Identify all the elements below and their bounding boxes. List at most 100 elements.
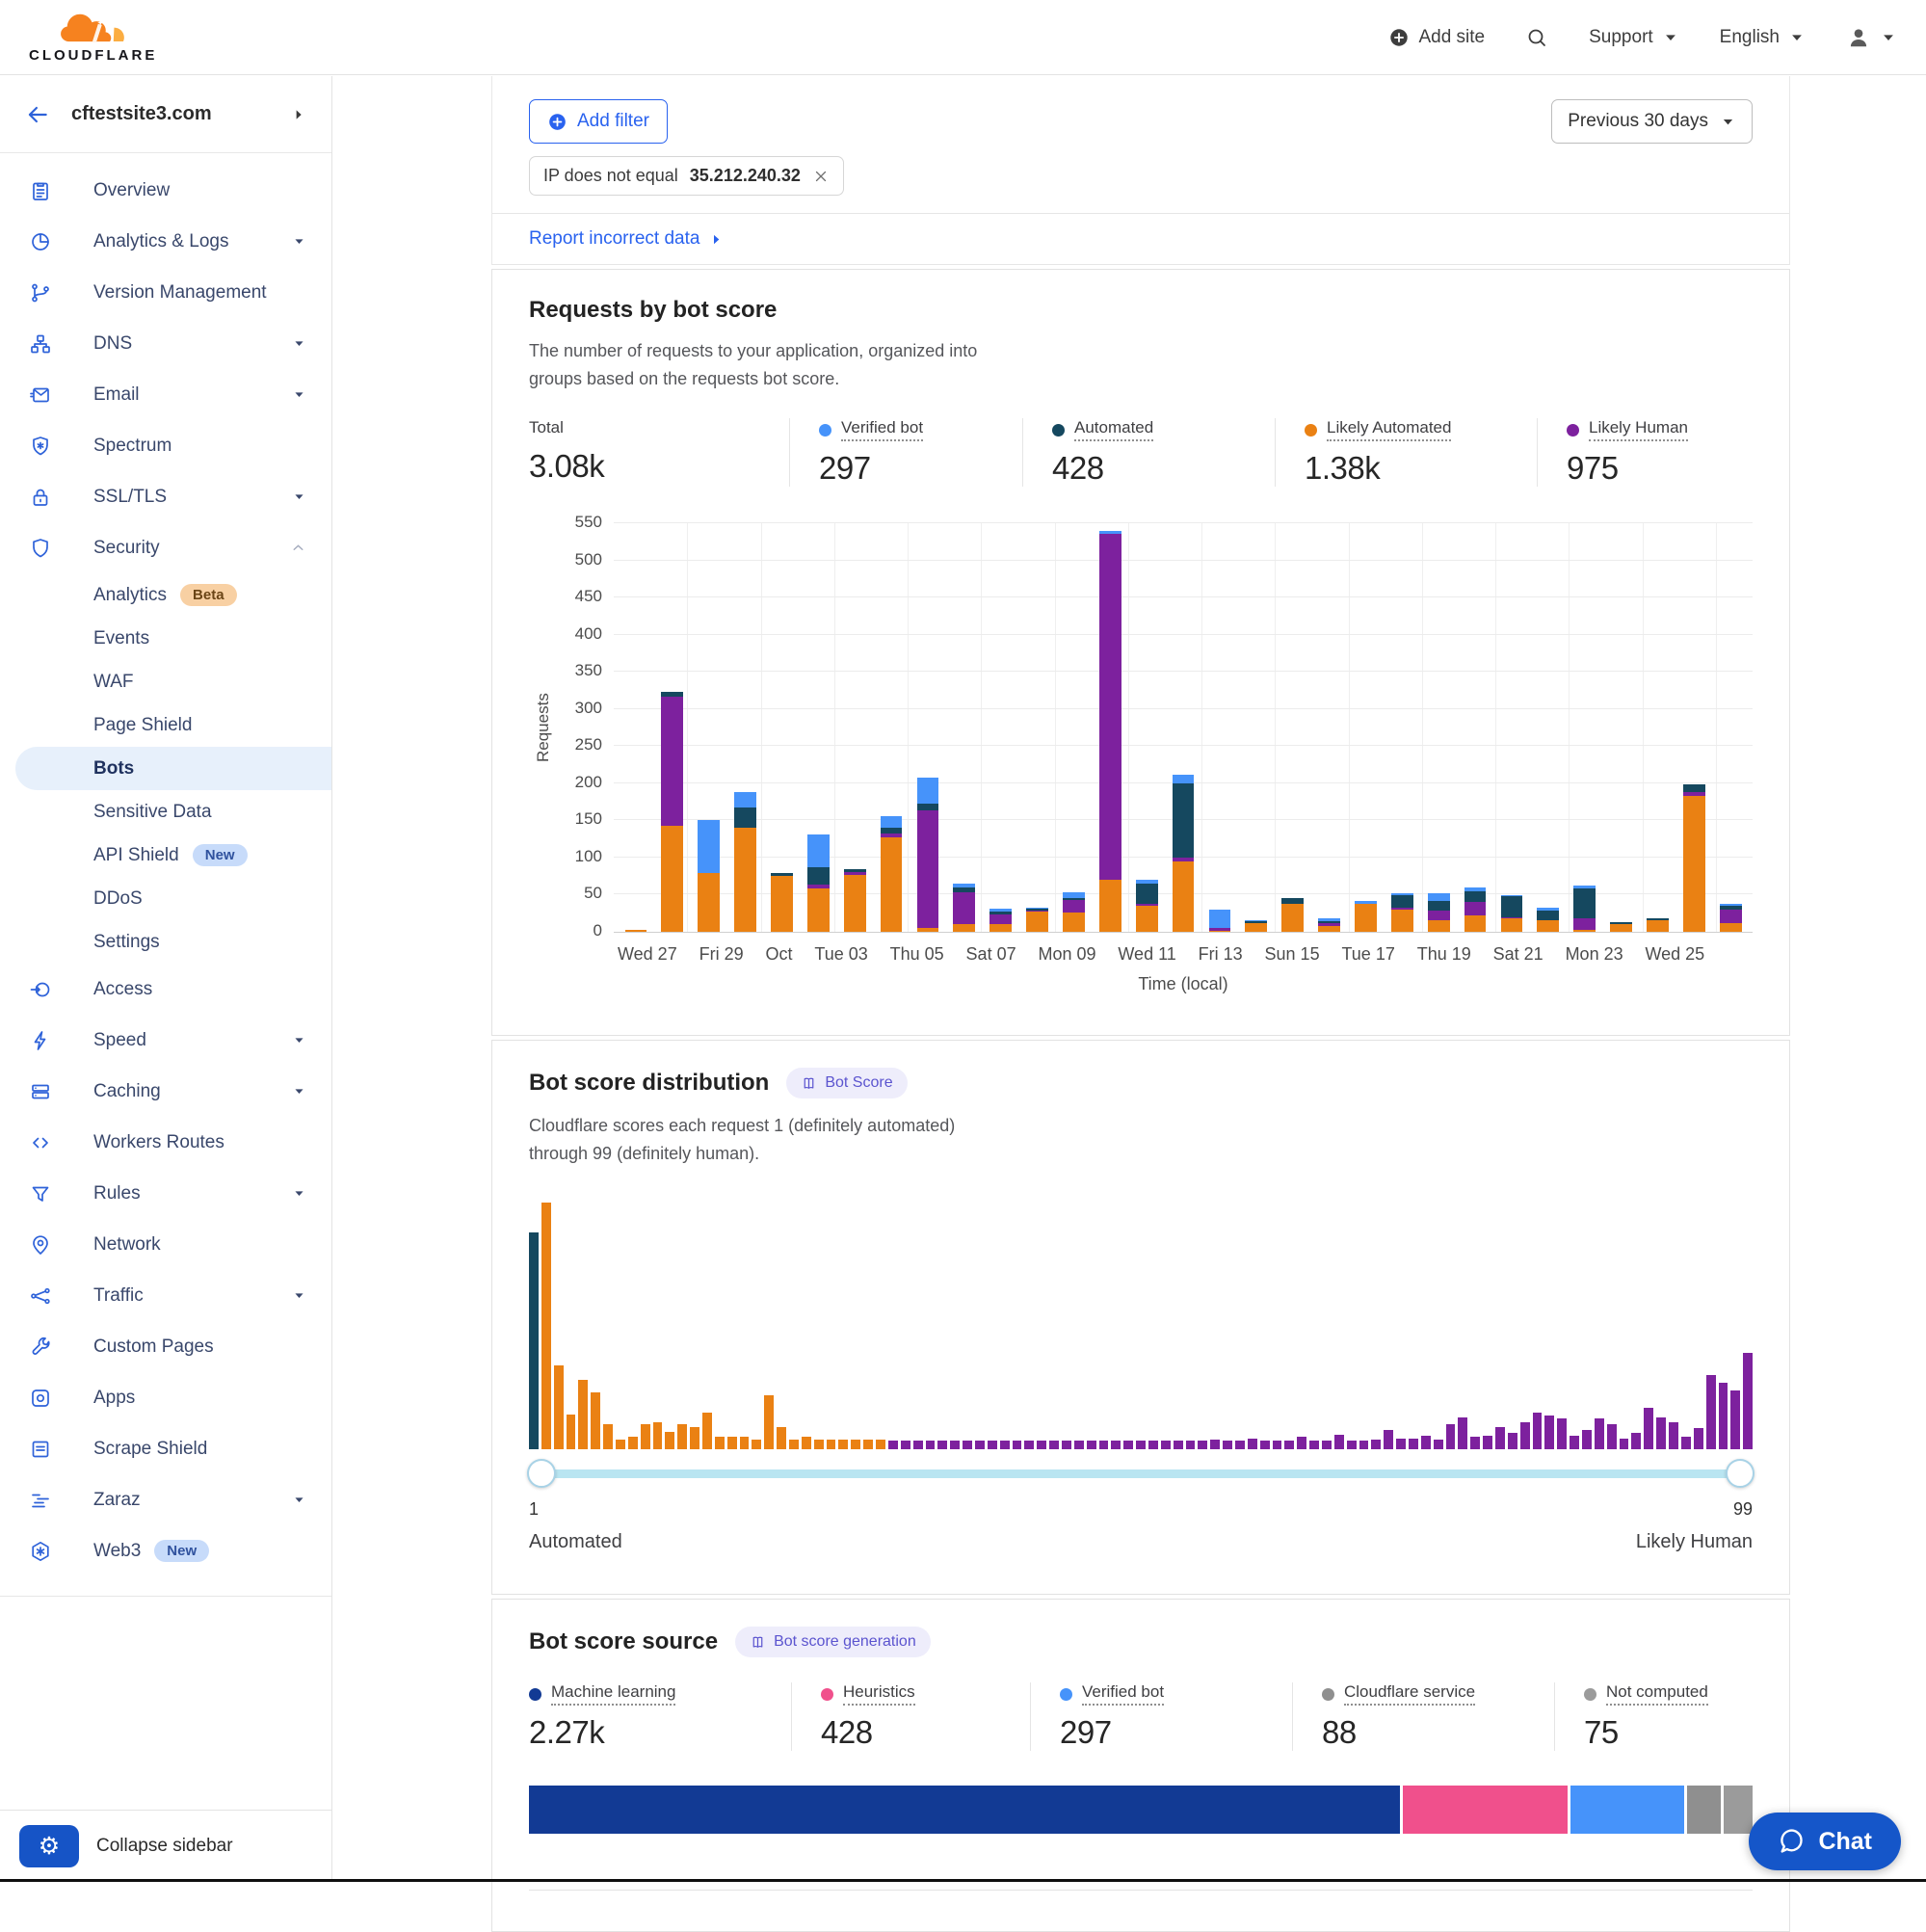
histogram-bar[interactable] [1210,1440,1220,1449]
sidebar-item-traffic[interactable]: Traffic [0,1270,331,1321]
source-bar-segment-heuristics[interactable] [1403,1786,1567,1834]
histogram-bar[interactable] [988,1441,997,1449]
chart-bar[interactable] [1640,918,1676,932]
histogram-bar[interactable] [541,1203,551,1449]
histogram-bar[interactable] [926,1441,936,1449]
chart-bar[interactable] [1457,887,1493,932]
sidebar-item-ddos[interactable]: DDoS [0,877,331,920]
sidebar-item-page-shield[interactable]: Page Shield [0,703,331,747]
histogram-bar[interactable] [1743,1353,1753,1449]
histogram-bar[interactable] [1409,1439,1418,1450]
histogram-bar[interactable] [1037,1441,1046,1449]
sidebar-item-events[interactable]: Events [0,617,331,660]
histogram-bar[interactable] [838,1440,848,1449]
report-incorrect-data-link[interactable]: Report incorrect data [492,214,1789,265]
histogram-bar[interactable] [554,1365,564,1449]
chart-bar[interactable] [910,778,946,932]
histogram-bar[interactable] [814,1440,824,1449]
sidebar-item-custom-pages[interactable]: Custom Pages [0,1321,331,1372]
histogram-bar[interactable] [1111,1441,1121,1449]
histogram-bar[interactable] [1123,1441,1133,1449]
histogram-bar[interactable] [702,1413,712,1449]
chart-bar[interactable] [1201,910,1238,932]
chart-bar[interactable] [1493,895,1530,932]
histogram-bar[interactable] [1309,1441,1319,1449]
chart-bar[interactable] [946,884,983,932]
slider-track[interactable] [531,1469,1751,1478]
histogram-bar[interactable] [1495,1427,1505,1449]
histogram-bar[interactable] [1446,1424,1456,1449]
source-bar-segment-verified-bot[interactable] [1570,1786,1684,1834]
histogram-bar[interactable] [789,1440,799,1449]
filter-chip[interactable]: IP does not equal 35.212.240.32 [529,156,844,196]
histogram-bar[interactable] [901,1441,910,1449]
chart-bar[interactable] [1530,908,1567,932]
sidebar-item-api-shield[interactable]: API ShieldNew [0,834,331,877]
chart-bar[interactable] [727,792,764,932]
histogram-bar[interactable] [764,1395,774,1449]
histogram-bar[interactable] [1434,1440,1443,1449]
chart-bar[interactable] [1384,893,1420,932]
chart-bar[interactable] [1675,784,1712,932]
site-switcher-caret-icon[interactable] [291,107,306,122]
histogram-bar[interactable] [1371,1440,1381,1449]
language-menu[interactable]: English [1720,27,1806,48]
collapse-sidebar-button[interactable]: Collapse sidebar [96,1836,233,1857]
close-icon[interactable] [812,168,830,185]
sidebar-item-rules[interactable]: Rules [0,1168,331,1219]
chart-bar[interactable] [654,692,691,932]
histogram-bar[interactable] [1719,1383,1728,1449]
histogram-bar[interactable] [1384,1430,1393,1450]
histogram-bar[interactable] [1557,1418,1567,1449]
histogram-bar[interactable] [1174,1441,1183,1449]
histogram-bar[interactable] [567,1415,576,1449]
histogram-bar[interactable] [1000,1441,1010,1449]
histogram-bar[interactable] [1223,1441,1232,1449]
chart-bar[interactable] [1603,922,1640,932]
source-bar-segment-cloudflare-service[interactable] [1687,1786,1721,1834]
histogram-bar[interactable] [1359,1441,1369,1449]
histogram-bar[interactable] [1470,1437,1480,1449]
sidebar-item-caching[interactable]: Caching [0,1066,331,1117]
chart-bar[interactable] [1712,904,1749,932]
chart-bar[interactable] [1348,901,1385,932]
bot-score-docs-badge[interactable]: Bot Score [786,1068,907,1098]
histogram-bar[interactable] [913,1441,923,1449]
sidebar-item-access[interactable]: Access [0,964,331,1015]
histogram-bar[interactable] [1656,1417,1666,1449]
chart-bar[interactable] [836,869,873,932]
histogram-bar[interactable] [752,1440,761,1449]
sidebar-item-zaraz[interactable]: Zaraz [0,1474,331,1525]
histogram-bar[interactable] [653,1422,663,1449]
histogram-bar[interactable] [1669,1422,1678,1449]
settings-gear-button[interactable]: ⚙ [19,1825,79,1867]
histogram-bar[interactable] [1062,1441,1071,1449]
sidebar-item-ssl-tls[interactable]: SSL/TLS [0,471,331,522]
histogram-bar[interactable] [1186,1441,1196,1449]
sidebar-item-analytics-logs[interactable]: Analytics & Logs [0,216,331,267]
histogram-bar[interactable] [628,1437,638,1449]
slider-handle-max[interactable] [1726,1459,1755,1488]
sidebar-item-version-management[interactable]: Version Management [0,267,331,318]
histogram-bar[interactable] [1595,1418,1604,1449]
add-filter-button[interactable]: Add filter [529,99,668,144]
histogram-bar[interactable] [863,1440,873,1449]
chart-bar[interactable] [1056,892,1093,932]
histogram-bar[interactable] [937,1441,947,1449]
source-bar-segment-not-computed[interactable] [1724,1786,1753,1834]
histogram-bar[interactable] [777,1427,786,1449]
sidebar-item-bots[interactable]: Bots [15,747,331,790]
sidebar-item-dns[interactable]: DNS [0,318,331,369]
histogram-bar[interactable] [1544,1416,1554,1449]
histogram-bar[interactable] [851,1440,860,1449]
histogram-bar[interactable] [1049,1441,1059,1449]
back-arrow-icon[interactable] [25,102,50,127]
chart-bar[interactable] [983,909,1019,932]
chat-button[interactable]: Chat [1749,1813,1901,1870]
histogram-bar[interactable] [1087,1441,1096,1449]
histogram-bar[interactable] [1099,1441,1109,1449]
sidebar-item-waf[interactable]: WAF [0,660,331,703]
chart-bar[interactable] [800,834,836,932]
histogram-bar[interactable] [1520,1422,1530,1449]
histogram-bar[interactable] [1148,1441,1158,1449]
